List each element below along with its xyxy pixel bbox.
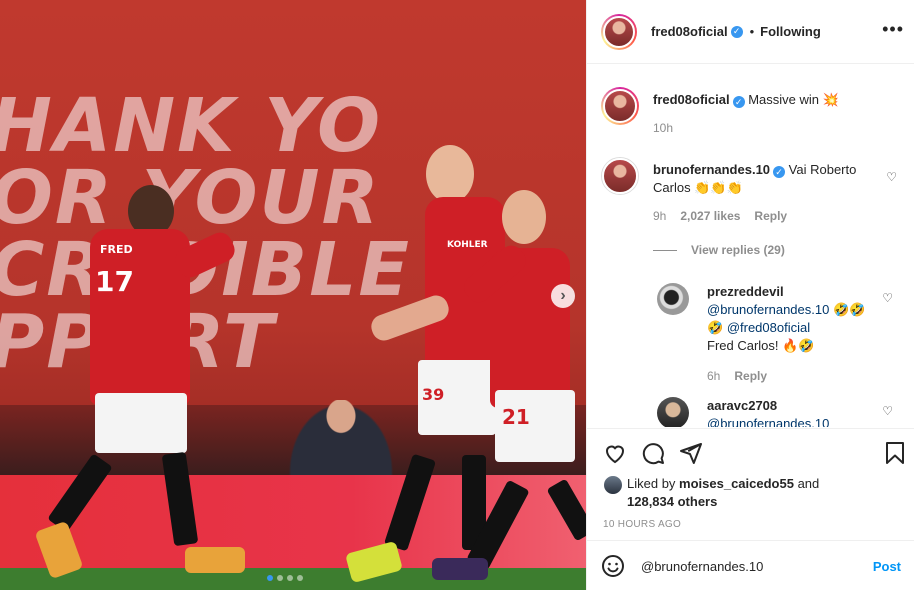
avatar[interactable]	[601, 157, 639, 195]
comments-list[interactable]: fred08oficial ✓ Massive win 💥 10h brunofe…	[587, 65, 914, 427]
next-photo-button[interactable]: ›	[551, 284, 575, 308]
carousel-dot	[297, 575, 303, 581]
post-actions: Liked by moises_caicedo55 and 128,834 ot…	[587, 428, 914, 541]
carousel-dot	[277, 575, 283, 581]
like-comment-heart-icon[interactable]: ♡	[882, 291, 893, 305]
comment-input[interactable]	[641, 558, 873, 574]
liked-by-user[interactable]: moises_caicedo55	[679, 476, 794, 491]
liked-by-and: and	[797, 476, 820, 491]
share-icon[interactable]	[679, 441, 703, 465]
carousel-dot	[287, 575, 293, 581]
post-side-panel: fred08oficial ✓ • Following ••• fred08of…	[586, 0, 914, 590]
comment-icon[interactable]	[641, 441, 665, 465]
reply-button[interactable]: Reply	[734, 367, 767, 385]
avatar[interactable]	[657, 397, 689, 427]
avatar[interactable]	[601, 87, 639, 125]
post-photo[interactable]: HANK YOOR YOURCREDIBLEPPORT FRED 17 KOHL…	[0, 0, 586, 590]
carousel-dot	[267, 575, 273, 581]
comment-username[interactable]: brunofernandes.10	[653, 162, 770, 177]
liked-by-others[interactable]: 128,834 others	[627, 494, 717, 509]
emoji-icon[interactable]	[601, 554, 625, 578]
caption-time: 10h	[653, 121, 674, 135]
caption-text: Massive win 💥	[748, 92, 839, 107]
player-number: 21	[502, 405, 530, 429]
mention-link[interactable]: @brunofernandes.10	[707, 416, 829, 427]
separator-dot: •	[749, 24, 755, 39]
reply-username[interactable]: aaravc2708	[707, 397, 867, 415]
post-header: fred08oficial ✓ • Following	[587, 0, 914, 64]
reply-time: 6h	[707, 369, 721, 383]
reply-row: prezreddevil @brunofernandes.10 🤣🤣🤣 @fre…	[657, 283, 897, 385]
reply-row: aaravc2708 @brunofernandes.10	[657, 397, 897, 427]
carousel-dots	[267, 575, 303, 581]
comment-likes[interactable]: 2,027 likes	[680, 207, 740, 225]
avatar[interactable]	[603, 475, 623, 495]
verified-badge-icon: ✓	[773, 166, 786, 178]
post-timestamp[interactable]: 10 HOURS AGO	[603, 519, 681, 530]
view-replies-button[interactable]: View replies (29)	[653, 243, 785, 257]
player-number: 17	[95, 265, 134, 298]
caption-username[interactable]: fred08oficial	[653, 92, 730, 107]
reply-text: Fred Carlos! 🔥🤣	[707, 338, 815, 353]
post-button[interactable]: Post	[873, 559, 901, 574]
mention-link[interactable]: @brunofernandes.10	[707, 302, 829, 317]
liked-by-row: Liked by moises_caicedo55 and 128,834 ot…	[603, 475, 819, 511]
add-comment-bar: Post	[587, 542, 914, 590]
player-21: 21	[432, 190, 586, 585]
verified-badge-icon: ✓	[732, 96, 745, 108]
caption-row: fred08oficial ✓ Massive win 💥 10h	[601, 87, 901, 137]
comment-time: 9h	[653, 209, 667, 223]
following-button[interactable]: Following	[760, 24, 821, 39]
view-replies-label: View replies (29)	[691, 243, 785, 257]
like-comment-heart-icon[interactable]: ♡	[882, 404, 893, 418]
reply-username[interactable]: prezreddevil	[707, 283, 867, 301]
like-comment-heart-icon[interactable]: ♡	[886, 170, 897, 184]
liked-by-prefix: Liked by	[627, 476, 676, 491]
mention-link[interactable]: @fred08oficial	[727, 320, 810, 335]
player-fred: FRED 17	[34, 185, 245, 585]
avatar[interactable]	[601, 13, 637, 50]
bookmark-icon[interactable]	[883, 441, 907, 465]
comment-row: brunofernandes.10 ✓ Vai Roberto Carlos 👏👏…	[601, 157, 901, 225]
header-username[interactable]: fred08oficial	[651, 24, 728, 39]
verified-badge-icon: ✓	[730, 25, 743, 38]
heart-icon[interactable]	[603, 441, 627, 465]
reply-button[interactable]: Reply	[754, 207, 787, 225]
avatar[interactable]	[657, 283, 689, 315]
more-horizontal-icon[interactable]: •••	[882, 20, 904, 38]
instagram-post-modal: HANK YOOR YOURCREDIBLEPPORT FRED 17 KOHL…	[0, 0, 914, 590]
divider-line	[653, 249, 677, 251]
